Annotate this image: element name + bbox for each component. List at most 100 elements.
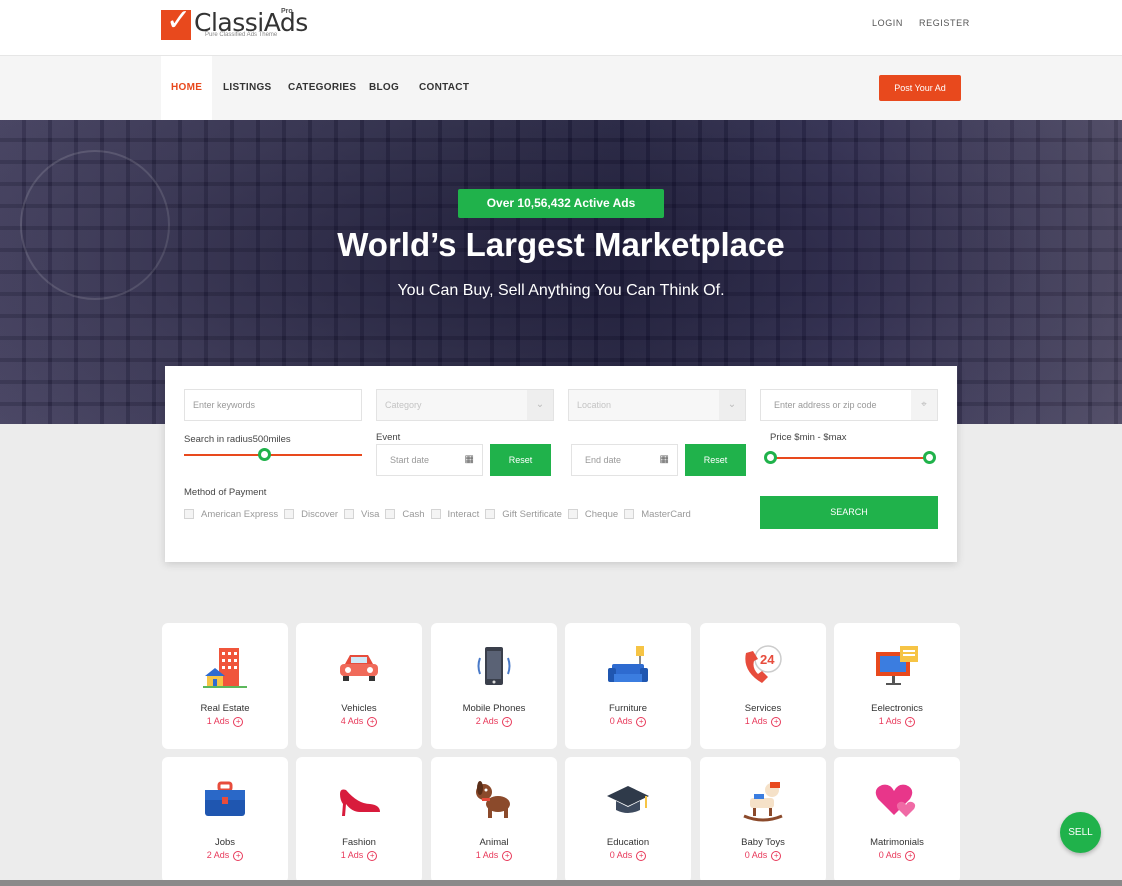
checkbox-icon[interactable]	[385, 509, 396, 519]
nav-blog[interactable]: BLOG	[369, 56, 399, 120]
start-date-reset-button[interactable]: Reset	[490, 444, 551, 476]
plus-circle-icon[interactable]: +	[636, 716, 647, 727]
phone-icon	[431, 643, 557, 689]
checkbox-icon[interactable]	[567, 509, 578, 519]
payment-label-text: Cheque	[584, 508, 619, 520]
category-placeholder: Category	[385, 400, 422, 410]
category-card[interactable]: 24 Services 1 Ads +	[700, 623, 826, 749]
nav-categories[interactable]: CATEGORIES	[288, 56, 356, 120]
ad-count-label: 1 Ads	[878, 716, 902, 726]
checkbox-icon[interactable]	[485, 509, 496, 519]
category-card[interactable]: Animal 1 Ads +	[431, 757, 557, 883]
checkbox-icon[interactable]	[430, 509, 441, 519]
monitor-icon	[834, 643, 960, 689]
ad-count-label: 1 Ads	[206, 716, 230, 726]
category-ad-count[interactable]: 0 Ads +	[565, 850, 691, 861]
category-ad-count[interactable]: 1 Ads +	[162, 716, 288, 727]
plus-circle-icon[interactable]: +	[233, 850, 244, 861]
ad-count-label: 1 Ads	[340, 850, 364, 860]
plus-circle-icon[interactable]: +	[502, 716, 513, 727]
plus-circle-icon[interactable]: +	[367, 850, 378, 861]
logo-check-icon: ✓	[161, 6, 191, 40]
plus-circle-icon[interactable]: +	[636, 850, 647, 861]
payment-checkbox[interactable]: Visa	[344, 509, 379, 520]
payment-label-text: Cash	[402, 508, 425, 520]
locate-icon[interactable]: ⌖	[911, 390, 937, 420]
location-select[interactable]: Location ⌄	[568, 389, 746, 421]
category-ad-count[interactable]: 0 Ads +	[700, 850, 826, 861]
brand-badge: Pro	[281, 8, 293, 15]
payment-checkbox[interactable]: Discover	[284, 509, 338, 520]
checkbox-icon[interactable]	[344, 509, 355, 519]
payment-checkbox[interactable]: Gift Sertificate	[485, 509, 562, 520]
category-card[interactable]: Jobs 2 Ads +	[162, 757, 288, 883]
category-card[interactable]: Real Estate 1 Ads +	[162, 623, 288, 749]
category-card[interactable]: Fashion 1 Ads +	[296, 757, 422, 883]
checkbox-icon[interactable]	[184, 509, 194, 519]
category-select[interactable]: Category ⌄	[376, 389, 554, 421]
payment-checkbox[interactable]: American Express	[184, 509, 278, 520]
category-card[interactable]: Matrimonials 0 Ads +	[834, 757, 960, 883]
payment-checkbox[interactable]: Interact	[430, 509, 479, 520]
ad-count-label: 0 Ads	[609, 716, 633, 726]
location-placeholder: Location	[577, 400, 612, 410]
hearts-icon	[834, 777, 960, 823]
ad-count-label: 1 Ads	[475, 850, 499, 860]
category-ad-count[interactable]: 0 Ads +	[834, 850, 960, 861]
category-ad-count[interactable]: 1 Ads +	[700, 716, 826, 727]
login-link[interactable]: LOGIN	[872, 18, 903, 28]
category-ad-count[interactable]: 1 Ads +	[834, 716, 960, 727]
register-link[interactable]: REGISTER	[919, 18, 970, 28]
price-min-handle[interactable]	[764, 451, 777, 464]
end-date-input[interactable]: End date ▦	[571, 444, 678, 476]
end-date-reset-button[interactable]: Reset	[685, 444, 746, 476]
payment-label-text: Discover	[301, 508, 339, 520]
category-ad-count[interactable]: 1 Ads +	[296, 850, 422, 861]
radius-slider-handle[interactable]	[257, 448, 271, 461]
ad-count-label: 0 Ads	[744, 850, 768, 860]
chevron-down-icon: ⌄	[527, 390, 553, 420]
sell-button[interactable]: SELL	[1060, 812, 1101, 853]
category-ad-count[interactable]: 2 Ads +	[162, 850, 288, 861]
category-card[interactable]: Baby Toys 0 Ads +	[700, 757, 826, 883]
category-card[interactable]: Vehicles 4 Ads +	[296, 623, 422, 749]
search-button[interactable]: SEARCH	[760, 496, 938, 529]
category-ad-count[interactable]: 0 Ads +	[565, 716, 691, 727]
nav-contact[interactable]: CONTACT	[419, 56, 469, 120]
payment-label-text: MasterCard	[641, 508, 691, 520]
plus-circle-icon[interactable]: +	[502, 850, 513, 861]
checkbox-icon[interactable]	[284, 509, 295, 519]
nav-home[interactable]: HOME	[161, 56, 213, 120]
payment-checkbox[interactable]: Cheque	[567, 508, 619, 520]
post-ad-button[interactable]: Post Your Ad	[879, 75, 961, 101]
address-input[interactable]: Enter address or zip code ⌖	[760, 389, 938, 421]
plus-circle-icon[interactable]: +	[905, 850, 916, 861]
category-card[interactable]: Furniture 0 Ads +	[565, 623, 691, 749]
plus-circle-icon[interactable]: +	[771, 850, 782, 861]
logo[interactable]: ✓ ClassiAds Pro Pure Classified Ads Them…	[161, 6, 308, 42]
category-ad-count[interactable]: 4 Ads +	[296, 716, 422, 727]
category-name: Baby Toys	[741, 837, 785, 848]
plus-circle-icon[interactable]: +	[367, 716, 378, 727]
price-slider-track[interactable]	[771, 457, 931, 459]
plus-circle-icon[interactable]: +	[905, 716, 916, 727]
payment-checkbox[interactable]: MasterCard	[624, 509, 691, 520]
category-card[interactable]: Mobile Phones 2 Ads +	[431, 623, 557, 749]
nav-listings[interactable]: LISTINGS	[223, 56, 272, 120]
category-name: Education	[606, 837, 650, 848]
category-ad-count[interactable]: 1 Ads +	[431, 850, 557, 861]
start-date-input[interactable]: Start date ▦	[376, 444, 483, 476]
category-name: Furniture	[608, 703, 647, 714]
category-ad-count[interactable]: 2 Ads +	[431, 716, 557, 727]
category-card[interactable]: Education 0 Ads +	[565, 757, 691, 883]
radius-slider-track[interactable]	[184, 454, 362, 456]
ad-count-label: 2 Ads	[206, 850, 230, 860]
plus-circle-icon[interactable]: +	[771, 716, 782, 727]
checkbox-icon[interactable]	[624, 509, 635, 519]
price-max-handle[interactable]	[923, 451, 936, 464]
category-card[interactable]: Eelectronics 1 Ads +	[834, 623, 960, 749]
category-name: Fashion	[342, 837, 376, 848]
keywords-input[interactable]: Enter keywords	[184, 389, 362, 421]
plus-circle-icon[interactable]: +	[233, 716, 244, 727]
payment-checkbox[interactable]: Cash	[385, 508, 425, 520]
